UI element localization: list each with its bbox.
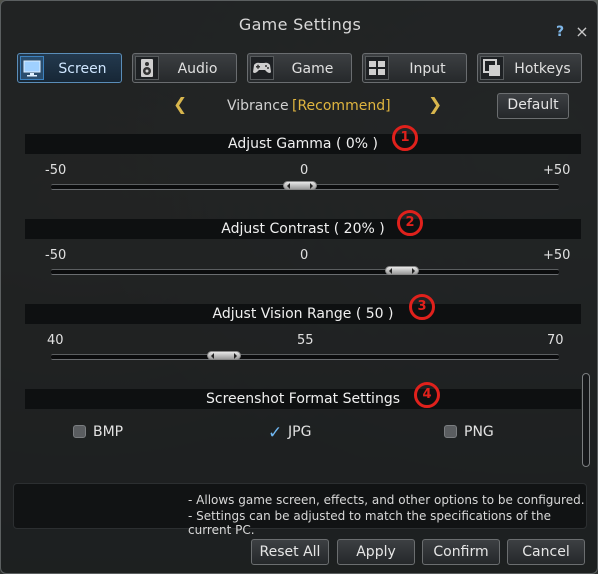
close-button[interactable]: × [573,23,591,41]
tab-label: Input [409,61,446,77]
vision-range-slider-thumb[interactable] [206,351,241,360]
vision-range-section-header: Adjust Vision Range ( 50 ) [25,304,581,324]
contrast-slider[interactable] [51,266,559,275]
bmp-checkbox[interactable] [73,425,86,438]
tab-game[interactable]: Game [247,53,352,83]
info-line-2: - Settings can be adjusted to match the … [188,509,551,537]
jpg-label: JPG [288,424,312,440]
vibrance-value: [Recommend] [292,98,391,114]
annotation-marker-3: 3 [409,294,435,320]
vision-range-slider[interactable] [51,351,559,360]
tab-audio[interactable]: Audio [132,53,237,83]
annotation-marker-1: 1 [392,125,418,151]
tab-label: Screen [58,61,107,77]
apply-button[interactable]: Apply [337,539,415,565]
screenshot-format-section-header: Screenshot Format Settings [25,389,581,409]
gamma-max-label: +50 [543,163,571,178]
contrast-max-label: +50 [543,248,571,263]
vibrance-label: Vibrance [227,98,289,114]
bmp-label: BMP [93,424,124,440]
gamepad-icon [250,56,274,80]
vibrance-next-arrow-icon[interactable]: ❯ [428,95,442,115]
cancel-button[interactable]: Cancel [507,539,585,565]
tab-input[interactable]: Input [362,53,467,83]
checkmark-icon: ✓ [268,423,283,443]
info-panel: - Allows game screen, effects, and other… [13,483,587,537]
confirm-button[interactable]: Confirm [422,539,500,565]
reset-all-button[interactable]: Reset All [251,539,329,565]
contrast-mid-label: 0 [300,248,309,263]
annotation-marker-2: 2 [397,210,423,236]
contrast-section-header: Adjust Contrast ( 20% ) [25,219,581,239]
monitor-icon [20,56,44,80]
window-title: Game Settings [238,15,362,34]
vibrance-selector: ❮ Vibrance [Recommend] ❯ Default [1,93,598,119]
contrast-slider-thumb[interactable] [384,266,419,275]
gamma-slider-thumb[interactable] [282,181,317,190]
vision-min-label: 40 [47,333,64,348]
gamma-section-header: Adjust Gamma ( 0% ) [25,134,581,154]
tab-hotkeys[interactable]: Hotkeys [477,53,582,83]
tab-label: Game [291,61,334,77]
info-line-1: - Allows game screen, effects, and other… [188,493,585,507]
annotation-marker-4: 4 [414,382,440,408]
gamma-mid-label: 0 [300,163,309,178]
tab-screen[interactable]: Screen [17,53,122,83]
tab-label: Hotkeys [514,61,571,77]
keyboard-icon [365,56,389,80]
title-bar[interactable]: Game Settings ? × [1,1,598,47]
game-settings-window: Game Settings ? × Screen Audio Game Inpu… [0,0,598,574]
help-button[interactable]: ? [551,23,569,41]
speaker-icon [135,56,159,80]
png-label: PNG [464,424,494,440]
tab-label: Audio [177,61,218,77]
default-button[interactable]: Default [497,93,569,119]
jpg-checkbox[interactable]: ✓ [268,423,282,443]
gamma-min-label: -50 [45,163,67,178]
vision-mid-label: 55 [297,333,314,348]
hotkeys-icon [480,56,504,80]
settings-scrollbar[interactable] [582,373,590,467]
vision-max-label: 70 [547,333,564,348]
gamma-slider[interactable] [51,181,559,190]
png-checkbox[interactable] [444,425,457,438]
contrast-min-label: -50 [45,248,67,263]
settings-tabs: Screen Audio Game Input Hotkeys [17,53,585,85]
vibrance-prev-arrow-icon[interactable]: ❮ [173,95,187,115]
